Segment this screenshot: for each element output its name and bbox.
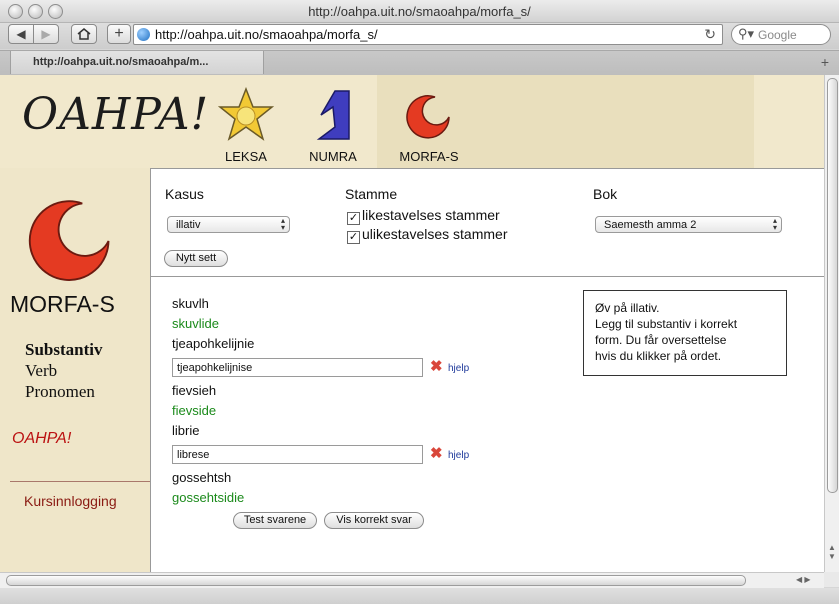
window-title: http://oahpa.uit.no/smaoahpa/morfa_s/ xyxy=(308,4,531,19)
site-header: OAHPA! LEKSA NUMRA MORFA-S xyxy=(0,75,824,168)
tab-label: http://oahpa.uit.no/smaoahpa/m... xyxy=(33,56,209,68)
new-set-button[interactable]: Nytt sett xyxy=(164,250,228,267)
correct-answer: fievside xyxy=(172,403,217,418)
ulikestavelses-label: ulikestavelses stammer xyxy=(362,226,508,242)
select-arrows-icon: ▴ ▾ xyxy=(280,216,285,232)
help-link[interactable]: hjelp xyxy=(448,363,469,374)
back-arrow-icon: ◀ xyxy=(16,27,26,41)
kasus-label: Kasus xyxy=(165,186,204,202)
horizontal-scrollbar[interactable]: ◀ ▶ xyxy=(0,572,824,588)
sidebar-item-substantiv[interactable]: Substantiv xyxy=(25,340,102,360)
sidebar-divider xyxy=(10,481,150,482)
crescent-icon xyxy=(406,95,450,139)
tab-oahpa[interactable]: http://oahpa.uit.no/smaoahpa/m... xyxy=(10,51,264,74)
vertical-scrollbar[interactable]: ▲ ▼ xyxy=(824,75,839,572)
kasus-select[interactable]: illativ ▴ ▾ xyxy=(167,216,290,233)
question-word[interactable]: tjeapohkelijnie xyxy=(172,336,254,351)
search-placeholder: Google xyxy=(758,28,797,42)
small-oahpa-logo[interactable]: OAHPA! xyxy=(12,430,71,448)
nav-morfa-s-label: MORFA-S xyxy=(399,149,459,164)
nav-leksa-label: LEKSA xyxy=(225,149,267,164)
answer-input-value: tjeapohkelijnise xyxy=(177,362,253,374)
home-button[interactable] xyxy=(71,24,97,44)
question-word[interactable]: fievsieh xyxy=(172,383,216,398)
kasus-value: illativ xyxy=(176,219,201,231)
sidebar-item-pronomen[interactable]: Pronomen xyxy=(25,382,95,402)
info-line: Øv på illativ. xyxy=(595,301,660,315)
ulikestavelses-checkbox-row[interactable]: ✓ ulikestavelses stammer xyxy=(347,226,508,244)
home-icon xyxy=(77,28,91,40)
forward-button[interactable]: ▶ xyxy=(33,24,59,44)
nav-morfa-s[interactable]: MORFA-S xyxy=(389,85,469,165)
tab-bar: http://oahpa.uit.no/smaoahpa/m... + xyxy=(0,50,839,76)
add-bookmark-button[interactable]: + xyxy=(107,24,131,44)
bok-label: Bok xyxy=(593,186,618,202)
correct-answer: skuvlide xyxy=(172,316,219,331)
sidebar-item-verb[interactable]: Verb xyxy=(25,361,57,381)
globe-icon xyxy=(137,28,150,41)
search-icon: ⚲▾ xyxy=(738,26,755,41)
search-field[interactable]: ⚲▾ Google xyxy=(731,24,831,45)
bok-select[interactable]: Saemesth amma 2 ▴ ▾ xyxy=(595,216,782,233)
wrong-answer-icon: ✖ xyxy=(430,358,443,375)
info-line: hvis du klikker på ordet. xyxy=(595,349,722,363)
scroll-arrows-icon[interactable]: ▲ ▼ xyxy=(828,543,836,561)
nav-numra-label: NUMRA xyxy=(309,149,357,164)
select-arrows-icon: ▴ ▾ xyxy=(772,216,777,232)
vertical-scroll-thumb[interactable] xyxy=(827,78,838,493)
answer-input-value: librese xyxy=(177,449,210,461)
horizontal-scroll-thumb[interactable] xyxy=(6,575,746,586)
likestavelses-label: likestavelses stammer xyxy=(362,207,500,223)
sidebar: MORFA-S Substantiv Verb Pronomen OAHPA! … xyxy=(0,168,150,572)
plus-icon: + xyxy=(114,25,124,42)
url-text: http://oahpa.uit.no/smaoahpa/morfa_s/ xyxy=(155,27,378,42)
back-button[interactable]: ◀ xyxy=(8,24,34,44)
answer-input[interactable]: tjeapohkelijnise xyxy=(172,358,423,377)
status-bar xyxy=(0,588,839,604)
login-link[interactable]: Kursinnlogging xyxy=(24,493,117,509)
question-word[interactable]: skuvlh xyxy=(172,296,209,311)
likestavelses-checkbox[interactable]: ✓ xyxy=(347,212,360,225)
help-link[interactable]: hjelp xyxy=(448,450,469,461)
question-word[interactable]: librie xyxy=(172,423,199,438)
test-answers-button[interactable]: Test svarene xyxy=(233,512,317,529)
ulikestavelses-checkbox[interactable]: ✓ xyxy=(347,231,360,244)
star-icon xyxy=(218,87,274,141)
reload-icon[interactable]: ↻ xyxy=(704,26,716,43)
correct-answer: gossehtsidie xyxy=(172,490,245,505)
stamme-label: Stamme xyxy=(345,186,398,202)
question-word[interactable]: gossehtsh xyxy=(172,470,231,485)
nav-numra[interactable]: NUMRA xyxy=(293,85,373,165)
forward-arrow-icon: ▶ xyxy=(41,27,51,41)
main-content: Kasus illativ ▴ ▾ Stamme ✓ likestavelses s… xyxy=(150,168,824,572)
number-one-icon xyxy=(316,90,350,140)
info-line: Legg til substantiv i korrekt xyxy=(595,317,738,331)
bok-value: Saemesth amma 2 xyxy=(604,219,697,231)
resize-corner[interactable] xyxy=(824,572,839,587)
wrong-answer-icon: ✖ xyxy=(430,445,443,462)
info-line: form. Du får oversettelse xyxy=(595,333,727,347)
likestavelses-checkbox-row[interactable]: ✓ likestavelses stammer xyxy=(347,207,500,225)
nav-leksa[interactable]: LEKSA xyxy=(206,85,286,165)
new-tab-icon[interactable]: + xyxy=(821,54,829,70)
oahpa-logo[interactable]: OAHPA! xyxy=(22,89,209,140)
web-page: OAHPA! LEKSA NUMRA MORFA-S MORFA-S Subst… xyxy=(0,75,824,572)
info-box: Øv på illativ. Legg til substantiv i kor… xyxy=(583,290,787,376)
answer-input[interactable]: librese xyxy=(172,445,423,464)
scroll-arrows-icon[interactable]: ◀ ▶ xyxy=(796,575,811,584)
title-bar: http://oahpa.uit.no/smaoahpa/morfa_s/ xyxy=(0,0,839,23)
form-divider xyxy=(151,276,824,277)
browser-toolbar: ◀ ▶ + http://oahpa.uit.no/smaoahpa/morfa… xyxy=(0,23,839,49)
crescent-icon xyxy=(28,200,110,281)
show-correct-button[interactable]: Vis korrekt svar xyxy=(324,512,424,529)
sidebar-title: MORFA-S xyxy=(10,291,115,317)
address-bar[interactable]: http://oahpa.uit.no/smaoahpa/morfa_s/ ↻ xyxy=(133,24,723,45)
